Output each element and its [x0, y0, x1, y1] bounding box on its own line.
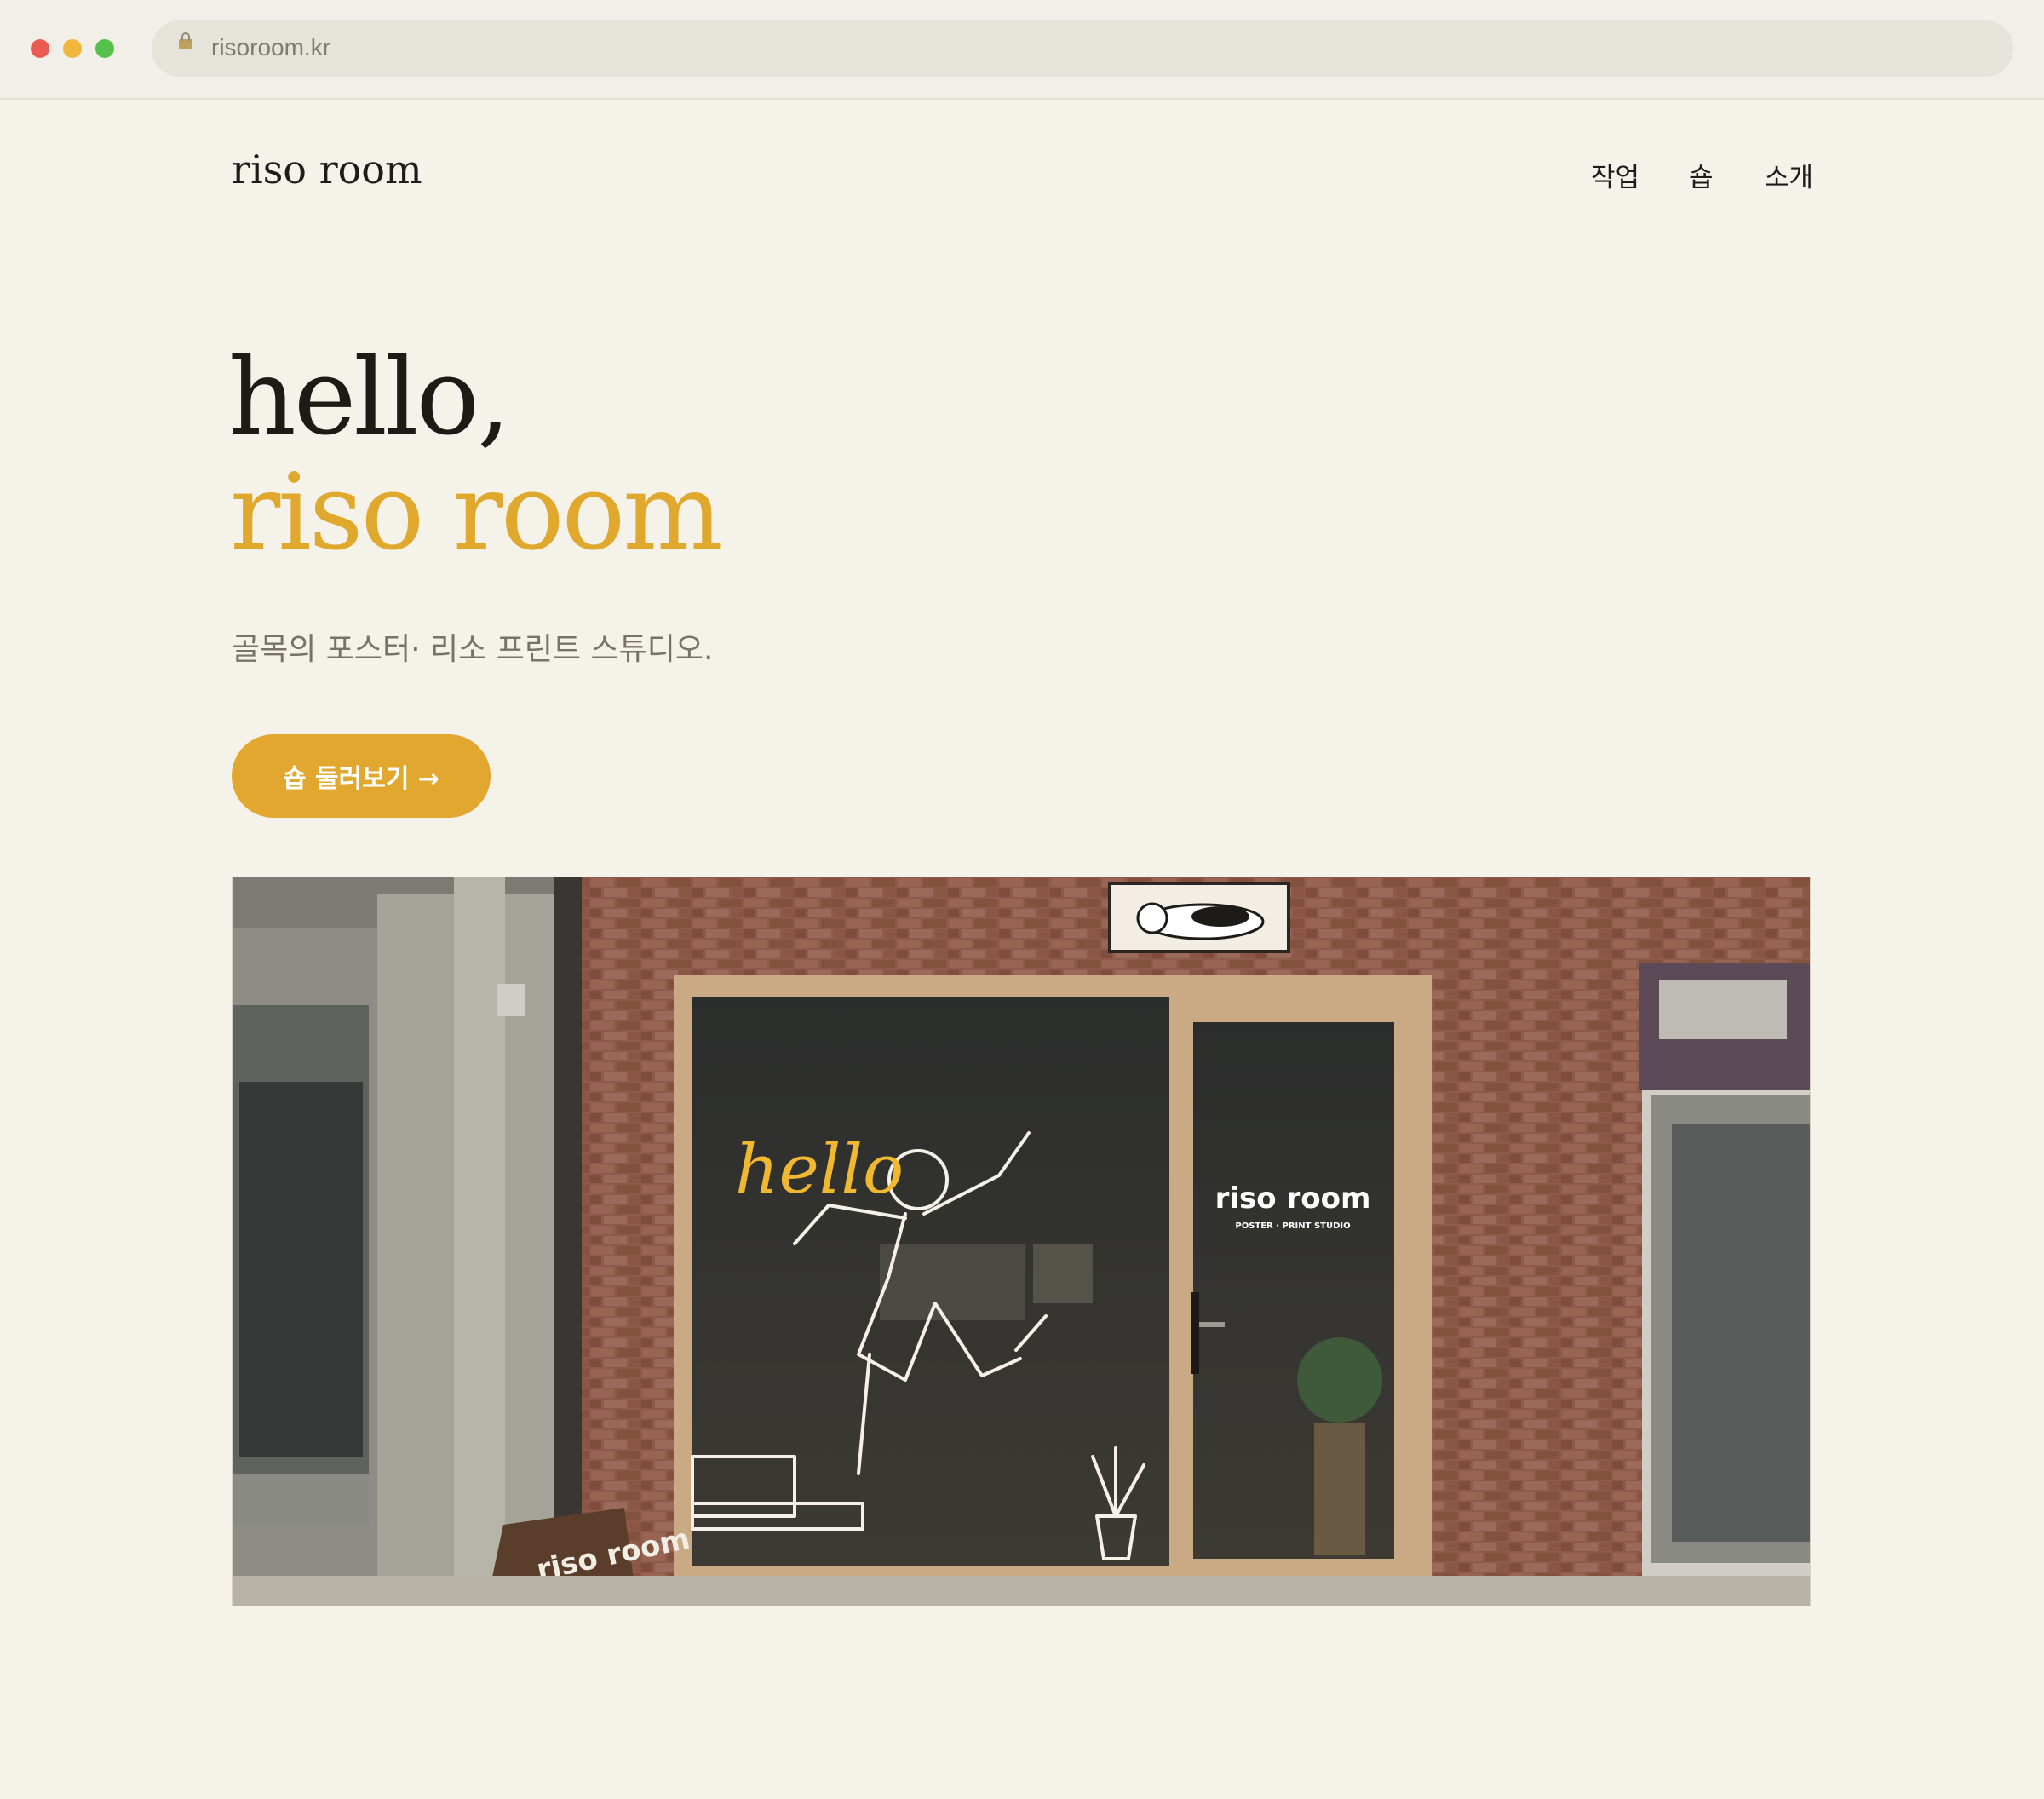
hero-title-line2: riso room [230, 451, 723, 574]
url-text: risoroom.kr [211, 34, 331, 60]
close-window-button[interactable] [31, 39, 49, 58]
hero-tagline: 골목의 포스터· 리소 프린트 스튜디오. [232, 632, 714, 667]
nav-item-work[interactable]: 작업 [1591, 156, 1639, 194]
address-bar[interactable]: risoroom.kr [152, 20, 2013, 77]
nav-item-shop[interactable]: 숍 [1689, 156, 1714, 194]
browser-chrome: risoroom.kr [0, 0, 2044, 100]
maximize-window-button[interactable] [95, 39, 114, 58]
door-sign-subtitle: POSTER · PRINT STUDIO [1235, 1221, 1350, 1231]
storefront-image: hello riso room POSTER · PRINT STUDIO ri… [232, 877, 1811, 1606]
door-sign-title: riso room [1215, 1181, 1371, 1216]
shop-browse-button[interactable]: 숍 둘러보기 → [232, 734, 491, 818]
site-logo[interactable]: riso room [232, 147, 422, 193]
hero-title-line1: hello, [228, 336, 511, 459]
nav-item-about[interactable]: 소개 [1765, 156, 1813, 194]
window-hello-lettering: hello [735, 1129, 904, 1209]
lock-icon [179, 32, 192, 49]
minimize-window-button[interactable] [63, 39, 82, 58]
